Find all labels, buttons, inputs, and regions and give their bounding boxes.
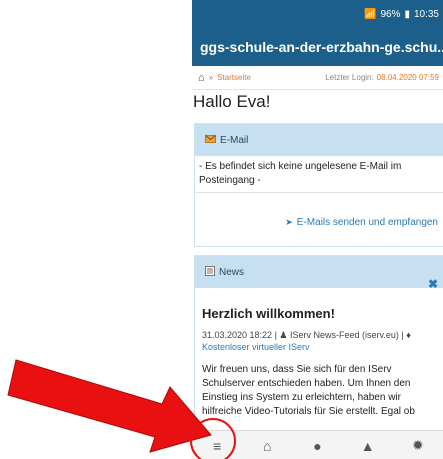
annotation-overlay [7, 359, 236, 459]
red-arrow-annotation [7, 359, 212, 453]
